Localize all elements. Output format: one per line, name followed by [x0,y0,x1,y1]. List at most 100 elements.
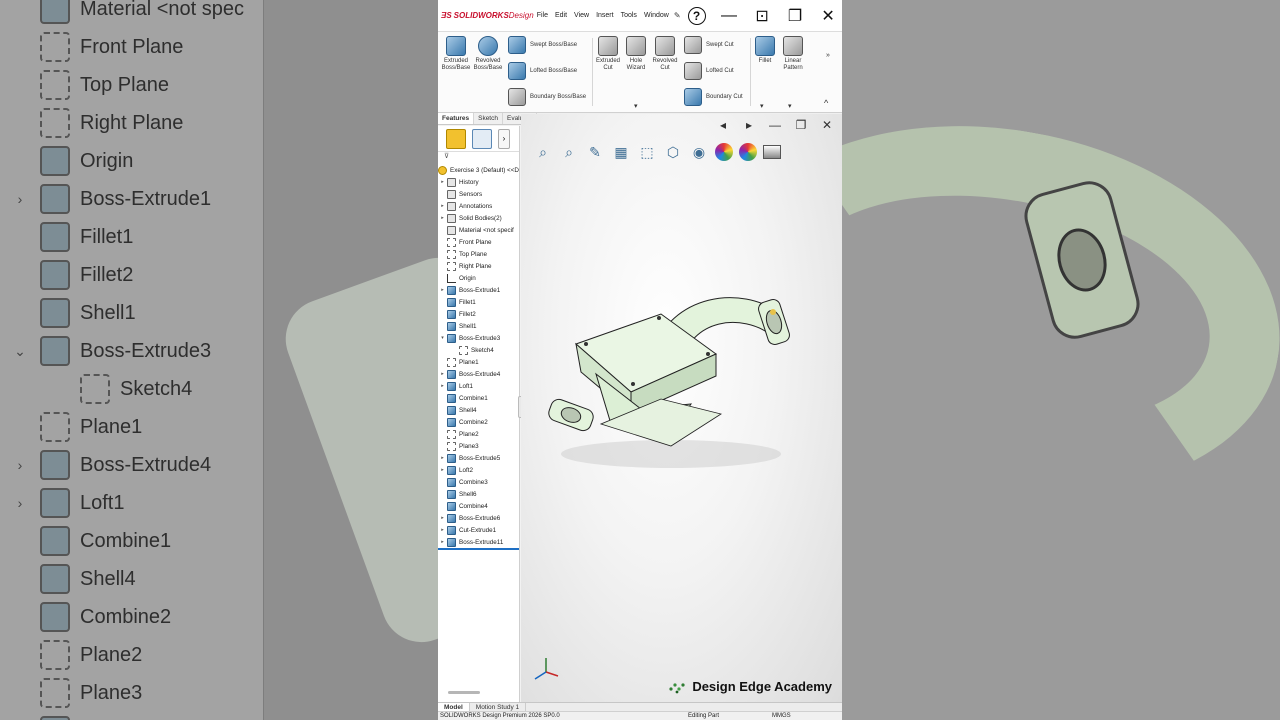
boundary-boss-button[interactable]: Boundary Boss/Base [508,88,586,106]
tree-item[interactable]: Top Plane [438,248,519,260]
tree-item[interactable]: Shell6 [438,488,519,500]
expand-toggle-icon[interactable]: ▸ [438,539,447,545]
tree-root[interactable]: Exercise 3 (Default) <<D [438,164,519,176]
tree-item[interactable]: ▸ History [438,176,519,188]
filter-icon[interactable]: ⊽ [438,152,519,164]
tree-item[interactable]: Combine1 [438,392,519,404]
fillet-dropdown[interactable]: ▾ [760,102,764,110]
swept-cut-button[interactable]: Swept Cut [684,36,734,54]
rollback-bar[interactable] [438,548,519,550]
status-units[interactable]: MMGS [772,713,791,719]
tree-item[interactable]: ▸ Cut-Extrude1 [438,524,519,536]
expand-toggle-icon[interactable]: ▸ [438,371,447,377]
tree-item[interactable]: Fillet1 [438,296,519,308]
features-dropdown[interactable]: ▾ [634,102,638,110]
chevron-right-icon[interactable]: › [498,128,510,149]
solidworks-logo[interactable]: ƎS SOLIDWORKS Design [441,11,534,20]
expand-toggle-icon[interactable]: ▸ [438,455,447,461]
tree-item[interactable]: Plane3 [438,440,519,452]
hole-wizard-button[interactable]: Hole Wizard [623,36,649,72]
tab-model[interactable]: Model [438,703,470,711]
minimize-button[interactable]: — [713,0,746,32]
tree-item[interactable]: Sketch4 [438,344,519,356]
menu-edit[interactable]: Edit [555,12,567,19]
expand-toggle-icon[interactable]: ▸ [438,179,447,185]
expand-toggle-icon[interactable]: ▸ [438,467,447,473]
tree-item[interactable]: ▸ Boss-Extrude11 [438,536,519,548]
zoom-to-area-icon[interactable]: ⌕ [559,142,579,162]
tree-item[interactable]: ▸ Boss-Extrude1 [438,284,519,296]
expand-toggle-icon[interactable]: ▸ [438,515,447,521]
menu-tools[interactable]: Tools [621,12,637,19]
apply-scene-icon[interactable] [739,143,757,161]
expand-toggle-icon[interactable]: ▸ [438,287,447,293]
expand-toggle-icon[interactable]: ▸ [438,383,447,389]
tree-item[interactable]: ▸ Boss-Extrude6 [438,512,519,524]
graphics-area[interactable]: ◂ ▸ — ❐ ✕ ⌕ ⌕ ✎ ▦ ⬚ ⬡ ◉ Design Edge Acad… [521,114,842,702]
tab-sketch[interactable]: Sketch [474,113,503,124]
lofted-cut-button[interactable]: Lofted Cut [684,62,734,80]
zoom-to-fit-icon[interactable]: ⌕ [533,142,553,162]
close-button[interactable]: ✕ [812,0,842,32]
lofted-boss-button[interactable]: Lofted Boss/Base [508,62,577,80]
hide-show-items-icon[interactable]: ◉ [689,142,709,162]
tree-item[interactable]: ▾ Boss-Extrude3 [438,332,519,344]
pattern-dropdown[interactable]: ▾ [788,102,792,110]
dynamic-annotation-icon[interactable]: ⬚ [637,142,657,162]
edit-appearance-icon[interactable] [715,143,733,161]
expand-toggle-icon[interactable]: ▸ [438,215,447,221]
menu-insert[interactable]: Insert [596,12,614,19]
tree-item[interactable]: Front Plane [438,236,519,248]
menu-file[interactable]: File [537,12,548,19]
menu-window[interactable]: Window [644,12,669,19]
restore-button[interactable]: ⊡ [746,0,779,32]
maximize-button[interactable]: ❐ [779,0,812,32]
tree-item[interactable]: Sensors [438,188,519,200]
horizontal-scrollbar[interactable] [448,691,480,694]
tree-item[interactable]: Combine2 [438,416,519,428]
view-settings-icon[interactable] [763,145,781,159]
ribbon-collapse-button[interactable]: ^ [824,98,828,108]
extruded-boss-button[interactable]: Extruded Boss/Base [442,36,470,72]
expand-toggle-icon[interactable]: ▾ [438,335,447,341]
revolved-boss-button[interactable]: Revolved Boss/Base [473,36,503,72]
tree-item[interactable]: Fillet2 [438,308,519,320]
tree-item[interactable]: Plane2 [438,428,519,440]
next-view-button[interactable]: ▸ [742,118,756,132]
linear-pattern-button[interactable]: Linear Pattern [779,36,807,72]
tab-features[interactable]: Features [438,113,475,124]
part-icon[interactable] [446,128,466,149]
section-view-icon[interactable]: ▦ [611,142,631,162]
property-manager-icon[interactable] [472,128,492,149]
previous-view-icon[interactable]: ✎ [585,142,605,162]
previous-view-button[interactable]: ◂ [716,118,730,132]
doc-close-button[interactable]: ✕ [820,118,834,132]
boundary-cut-button[interactable]: Boundary Cut [684,88,743,106]
swept-boss-button[interactable]: Swept Boss/Base [508,36,577,54]
tree-item[interactable]: ▸ Annotations [438,200,519,212]
menu-view[interactable]: View [574,12,589,19]
tree-item[interactable]: Shell4 [438,404,519,416]
help-button[interactable]: ? [687,6,706,25]
tab-motion-study[interactable]: Motion Study 1 [470,703,527,711]
part-model[interactable] [541,274,801,474]
tree-item[interactable]: Combine4 [438,500,519,512]
tree-item[interactable]: Plane1 [438,356,519,368]
tree-item[interactable]: Material <not specif [438,224,519,236]
pin-icon[interactable]: ✎ [674,11,681,20]
tree-item[interactable]: ▸ Boss-Extrude5 [438,452,519,464]
tree-item[interactable]: Right Plane [438,260,519,272]
fillet-button[interactable]: Fillet [753,36,777,65]
tree-item[interactable]: ▸ Loft1 [438,380,519,392]
doc-restore-button[interactable]: ❐ [794,118,808,132]
view-orientation-icon[interactable]: ⬡ [663,142,683,162]
doc-minimize-button[interactable]: — [768,118,782,132]
ribbon-more-button[interactable]: » [826,52,830,59]
revolved-cut-button[interactable]: Revolved Cut [651,36,679,72]
tree-item[interactable]: Origin [438,272,519,284]
tree-item[interactable]: Shell1 [438,320,519,332]
tree-item[interactable]: ▸ Loft2 [438,464,519,476]
expand-toggle-icon[interactable]: ▸ [438,203,447,209]
tree-item[interactable]: ▸ Solid Bodies(2) [438,212,519,224]
tree-item[interactable]: Combine3 [438,476,519,488]
